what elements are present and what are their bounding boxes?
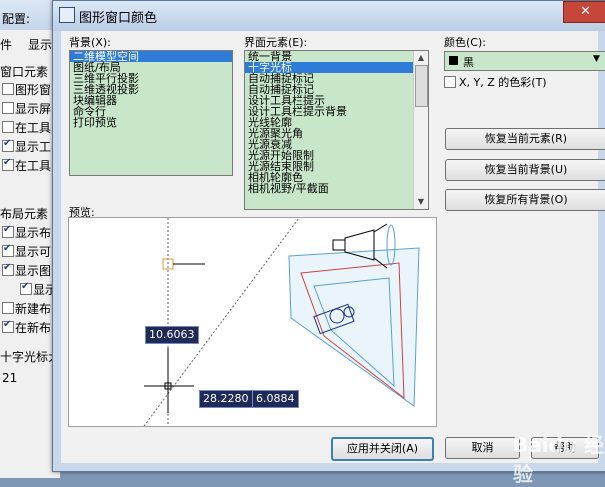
context-label: 背景(X): [69,36,111,49]
xyz-color-checkbox[interactable] [444,76,456,88]
bg-layout-checkbox-label: 在新布 [15,321,52,335]
crosshair-size-label: 十字光标大 [0,350,61,364]
element-listbox[interactable]: 统一背景 十字光标 自动捕捉标记 自动捕捉标记 设计工具栏提示 设计工具栏提示背景 光线轮廓… [244,50,429,210]
dim-value-2: 28.2280 [199,390,253,408]
bg-layout-checkbox-label: 显示图 [15,264,52,278]
graphics-window-color-dialog: 图形窗口颜色 ✕ 背景(X): 二维模型空间 图纸/布局 三维平行投影 三维透视投影块… [52,0,605,486]
bg-window-checkbox[interactable] [2,83,14,95]
bg-window-checkbox[interactable] [2,102,14,114]
tab-file[interactable]: 件 [0,36,12,53]
element-scrollbar[interactable]: ▲ ▼ [413,51,428,209]
section-window-elements: 窗口元素 [0,65,49,79]
tab-display[interactable]: 显示 [28,36,52,53]
bg-layout-checkbox[interactable] [2,262,14,276]
bg-window-checkbox-label: 在工具 [15,121,52,135]
scroll-down-icon[interactable]: ▼ [414,195,428,209]
bg-window-checkbox-label: 显示屏 [15,102,52,116]
restore-element-button[interactable]: 恢复当前元素(R) [445,128,605,150]
dialog-app-icon [59,7,75,23]
watermark: Baidu 经验 [513,433,605,486]
bg-layout-checkbox[interactable] [2,319,14,333]
bg-window-checkbox[interactable] [2,138,14,152]
bg-layout-checkbox[interactable] [2,302,14,314]
section-layout-elements: 布局元素 [0,207,49,221]
context-list-item[interactable]: 打印预览 [70,117,232,128]
bg-layout-checkbox[interactable] [20,281,32,295]
preview-canvas: 10.6063 28.2280 6.0884 [68,217,437,427]
close-button[interactable]: ✕ [563,1,605,23]
chevron-down-icon: ▼ [593,54,600,64]
bg-layout-checkbox-label: 新建布 [15,302,52,316]
dialog-client-area: 背景(X): 二维模型空间 图纸/布局 三维平行投影 三维透视投影 块编辑器 命令行 打印预… [61,31,605,463]
crosshair-size-value[interactable]: 21 [2,371,17,385]
xyz-color-label: X, Y, Z 的色彩(T) [459,76,547,89]
bg-layout-checkbox-label: 显示可 [15,245,52,259]
apply-close-button[interactable]: 应用并关闭(A) [331,437,434,461]
bg-window-checkbox-label: 在工具 [15,159,52,173]
background-window-title: 配置: [2,12,31,26]
cancel-button[interactable]: 取消 [445,437,520,459]
color-swatch [449,56,458,65]
color-label: 颜色(C): [444,36,486,49]
scroll-thumb[interactable] [415,65,428,107]
context-listbox[interactable]: 二维模型空间 图纸/布局 三维平行投影 三维透视投影 块编辑器 命令行 打印预览 [69,50,233,176]
bg-layout-checkbox-label: 显示布 [15,226,52,240]
color-value: 黑 [463,56,474,69]
background-window-titlebar: 配置: [0,0,60,30]
bg-window-checkbox-label: 图形窗 [15,83,52,97]
bg-layout-checkbox[interactable] [2,243,14,257]
dialog-title: 图形窗口颜色 [79,11,158,26]
scroll-up-icon[interactable]: ▲ [414,51,428,65]
bg-window-checkbox[interactable] [2,121,14,133]
dialog-titlebar: 图形窗口颜色 ✕ [53,1,605,31]
bg-window-checkbox[interactable] [2,157,14,171]
color-dropdown[interactable]: 黑 ▼ [444,51,605,71]
restore-all-button[interactable]: 恢复所有背景(O) [445,189,605,211]
dim-value-1: 10.6063 [145,326,199,344]
restore-context-button[interactable]: 恢复当前背景(U) [445,159,605,181]
bg-window-checkbox-label: 显示工 [15,140,52,154]
bg-layout-checkbox[interactable] [2,224,14,238]
dim-value-3: 6.0884 [252,390,299,408]
element-list-item[interactable]: 相机视野/平截面 [245,183,428,194]
element-label: 界面元素(E): [244,36,308,49]
